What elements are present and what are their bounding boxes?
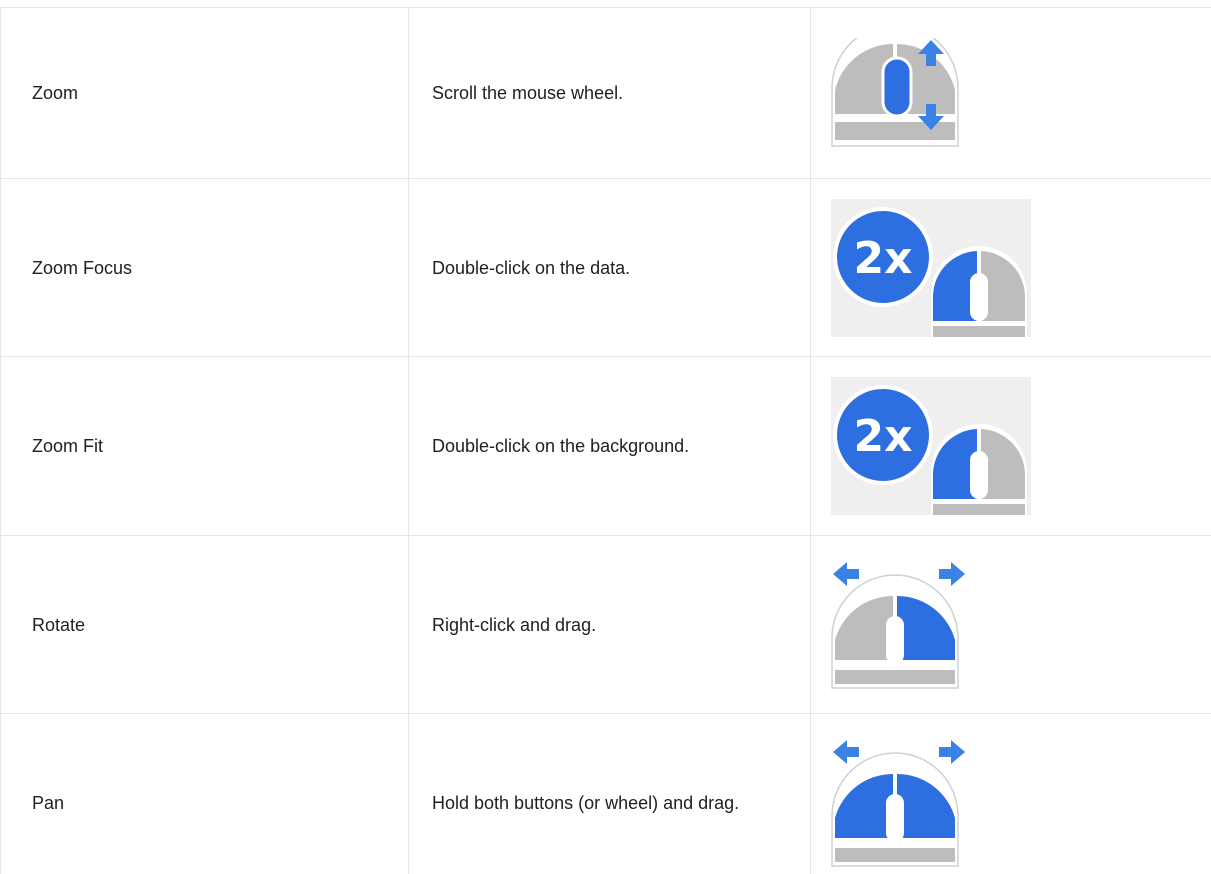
action-description: Hold both buttons (or wheel) and drag. [408,713,811,874]
right-click-drag-icon [831,561,965,689]
table-row: Zoom Fit Double-click on the background.… [0,356,1211,536]
action-label: Pan [0,713,409,874]
table-row: Pan Hold both buttons (or wheel) and dra… [0,713,1211,874]
action-icon-cell: 2x [810,178,1211,357]
action-description: Scroll the mouse wheel. [408,7,811,179]
table-row: Rotate Right-click and drag. [0,535,1211,714]
action-icon-cell [810,535,1211,714]
table-row: Zoom Scroll the mouse wheel. [0,7,1211,179]
action-label: Zoom Fit [0,356,409,536]
mouse-scroll-wheel-icon [831,38,959,147]
both-buttons-drag-icon [831,739,965,867]
action-label: Zoom Focus [0,178,409,357]
table-row: Zoom Focus Double-click on the data. 2x [0,178,1211,357]
double-click-zoom-icon: 2x [831,198,1031,337]
action-label: Zoom [0,7,409,179]
action-icon-cell: 2x [810,356,1211,536]
double-click-zoom-icon: 2x [831,377,1031,515]
action-icon-cell [810,7,1211,179]
action-label: Rotate [0,535,409,714]
action-description: Double-click on the data. [408,178,811,357]
action-description: Right-click and drag. [408,535,811,714]
zoom-badge-label: 2x [854,411,913,462]
action-description: Double-click on the background. [408,356,811,536]
zoom-badge-label: 2x [854,233,913,284]
action-icon-cell [810,713,1211,874]
mouse-controls-table-container: Zoom Scroll the mouse wheel. Zoom Focus … [0,0,1211,874]
mouse-controls-table: Zoom Scroll the mouse wheel. Zoom Focus … [0,7,1211,874]
